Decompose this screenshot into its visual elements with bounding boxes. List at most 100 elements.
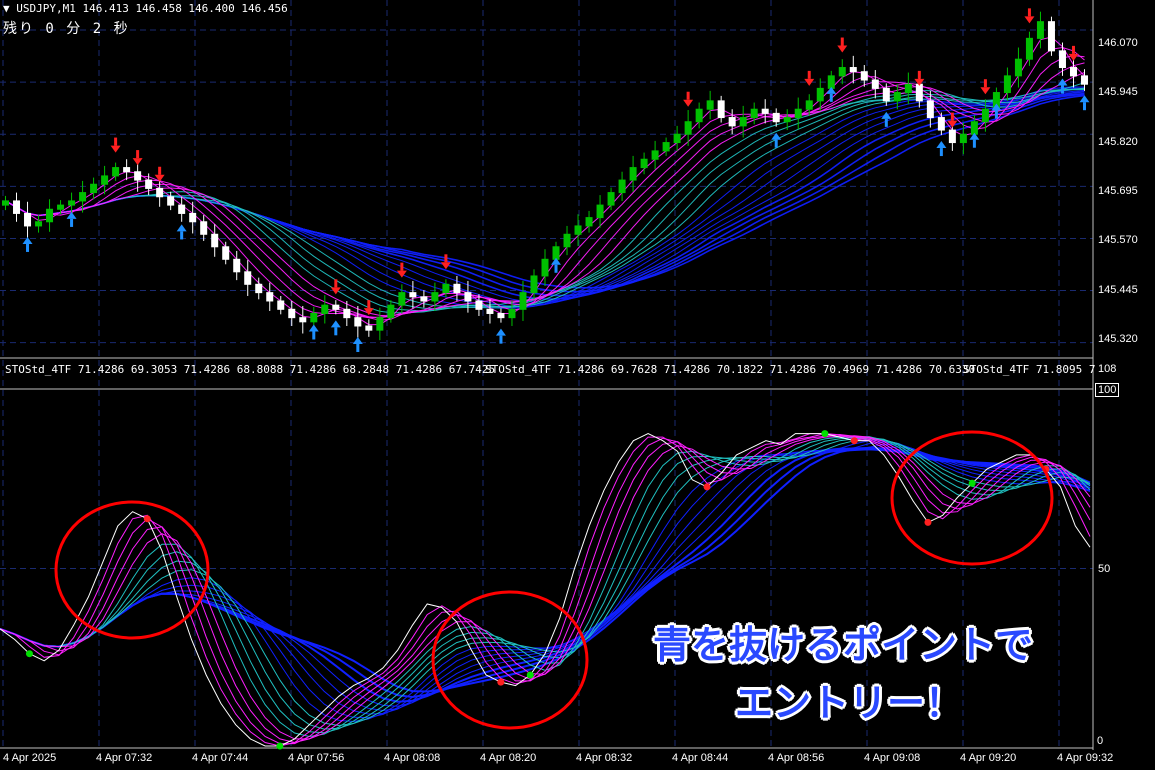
signal-dot	[497, 678, 505, 686]
buy-arrow-head	[352, 336, 363, 344]
candle-body	[321, 304, 329, 314]
sell-arrow-icon	[683, 91, 694, 107]
candle-body	[288, 308, 296, 319]
buy-arrow-shaft	[180, 231, 184, 240]
buy-arrow-icon	[330, 320, 341, 336]
price-label: 145.695	[1098, 185, 1138, 197]
candle-body	[904, 83, 912, 94]
buy-arrow-icon	[66, 211, 77, 227]
candle-body	[475, 300, 483, 310]
candle-body	[442, 283, 450, 294]
sell-arrow-head	[837, 45, 848, 53]
time-label: 4 Apr 07:32	[96, 752, 153, 764]
symbol-header: ▼ USDJPY,M1 146.413 146.458 146.400 146.…	[3, 2, 288, 15]
candle-body	[112, 167, 120, 177]
candle-body	[68, 200, 76, 206]
candle-body	[233, 258, 241, 273]
candle-body	[805, 100, 813, 110]
sell-arrow-head	[1024, 16, 1035, 24]
sell-arrow-shaft	[950, 112, 954, 121]
candle-body	[354, 317, 362, 327]
candle-body	[794, 108, 802, 119]
candle-body	[706, 100, 714, 110]
sell-arrow-icon	[1024, 8, 1035, 24]
buy-arrow-icon	[176, 224, 187, 240]
price-label: 146.070	[1098, 37, 1138, 49]
candle-body	[508, 308, 516, 319]
candle-body	[277, 300, 285, 310]
candle-body	[178, 204, 186, 214]
candle-body	[882, 87, 890, 102]
buy-arrow-shaft	[994, 110, 998, 119]
sell-arrow-shaft	[1071, 45, 1075, 54]
buy-arrow-icon	[1079, 95, 1090, 111]
candle-body	[35, 221, 43, 227]
candle-body	[343, 308, 351, 319]
price-label: 145.945	[1098, 86, 1138, 98]
candle-body	[750, 108, 758, 119]
time-label: 4 Apr 09:08	[864, 752, 921, 764]
buy-arrow-shaft	[774, 139, 778, 148]
candle-body	[90, 183, 98, 194]
buy-arrow-shaft	[1060, 85, 1064, 94]
caption-line-2: エントリー！	[735, 681, 964, 725]
candle-body	[376, 317, 384, 331]
candle-body	[299, 317, 307, 323]
collapse-triangle-icon[interactable]: ▼	[3, 2, 10, 15]
indicator-header-3: STOStd_4TF 71.8095 7	[963, 363, 1096, 376]
candle-body	[244, 271, 252, 285]
candle-body	[596, 204, 604, 219]
time-label: 4 Apr 08:20	[480, 752, 537, 764]
indicator-scale-bottom: 0	[1097, 735, 1104, 747]
candle-body	[497, 312, 505, 319]
candle-body	[585, 217, 593, 227]
signal-dot	[968, 479, 976, 487]
sell-arrow-shaft	[114, 137, 118, 146]
buy-arrow-head	[330, 320, 341, 328]
candle-body	[1014, 58, 1022, 77]
candle-body	[46, 208, 54, 223]
sell-arrow-shaft	[983, 79, 987, 88]
buy-arrow-shaft	[356, 343, 360, 352]
time-label: 4 Apr 2025	[3, 752, 57, 764]
candle-body	[629, 167, 637, 181]
candle-body	[728, 117, 736, 127]
candle-body	[684, 121, 692, 135]
buy-arrow-head	[881, 111, 892, 119]
time-label: 4 Apr 09:20	[960, 752, 1017, 764]
signal-dot	[703, 483, 711, 491]
candle-body	[574, 225, 582, 235]
indicator-header-1: STOStd_4TF 71.4286 69.3053 71.4286 68.80…	[5, 363, 496, 376]
candle-body	[420, 296, 428, 302]
candle-body	[79, 192, 87, 202]
candle-body	[552, 246, 560, 260]
candle-body	[222, 246, 230, 260]
candle-body	[409, 292, 417, 298]
candle-body	[937, 117, 945, 131]
candle-body	[464, 292, 472, 302]
sell-arrow-shaft	[807, 70, 811, 79]
candle-body	[695, 108, 703, 123]
indicator-header-2: STOStd_4TF 71.4286 69.7628 71.4286 70.18…	[485, 363, 976, 376]
buy-arrow-shaft	[26, 243, 30, 252]
candle-body	[838, 67, 846, 77]
candle-body	[200, 221, 208, 235]
buy-arrow-head	[936, 141, 947, 149]
candle-body	[717, 100, 725, 119]
candle-body	[1058, 50, 1066, 69]
sell-arrow-icon	[980, 79, 991, 95]
buy-arrow-shaft	[554, 264, 558, 273]
time-label: 4 Apr 08:08	[384, 752, 441, 764]
buy-arrow-shaft	[829, 93, 833, 102]
signal-dot	[850, 437, 858, 445]
buy-arrow-head	[308, 324, 319, 332]
candle-body	[948, 129, 956, 144]
candle-body	[871, 79, 879, 89]
candle-body	[453, 283, 461, 294]
signal-dot	[276, 742, 284, 750]
time-label: 4 Apr 08:32	[576, 752, 633, 764]
candle-body	[860, 71, 868, 81]
time-label: 4 Apr 08:56	[768, 752, 825, 764]
sell-arrow-icon	[132, 150, 143, 166]
buy-arrow-shaft	[972, 139, 976, 148]
